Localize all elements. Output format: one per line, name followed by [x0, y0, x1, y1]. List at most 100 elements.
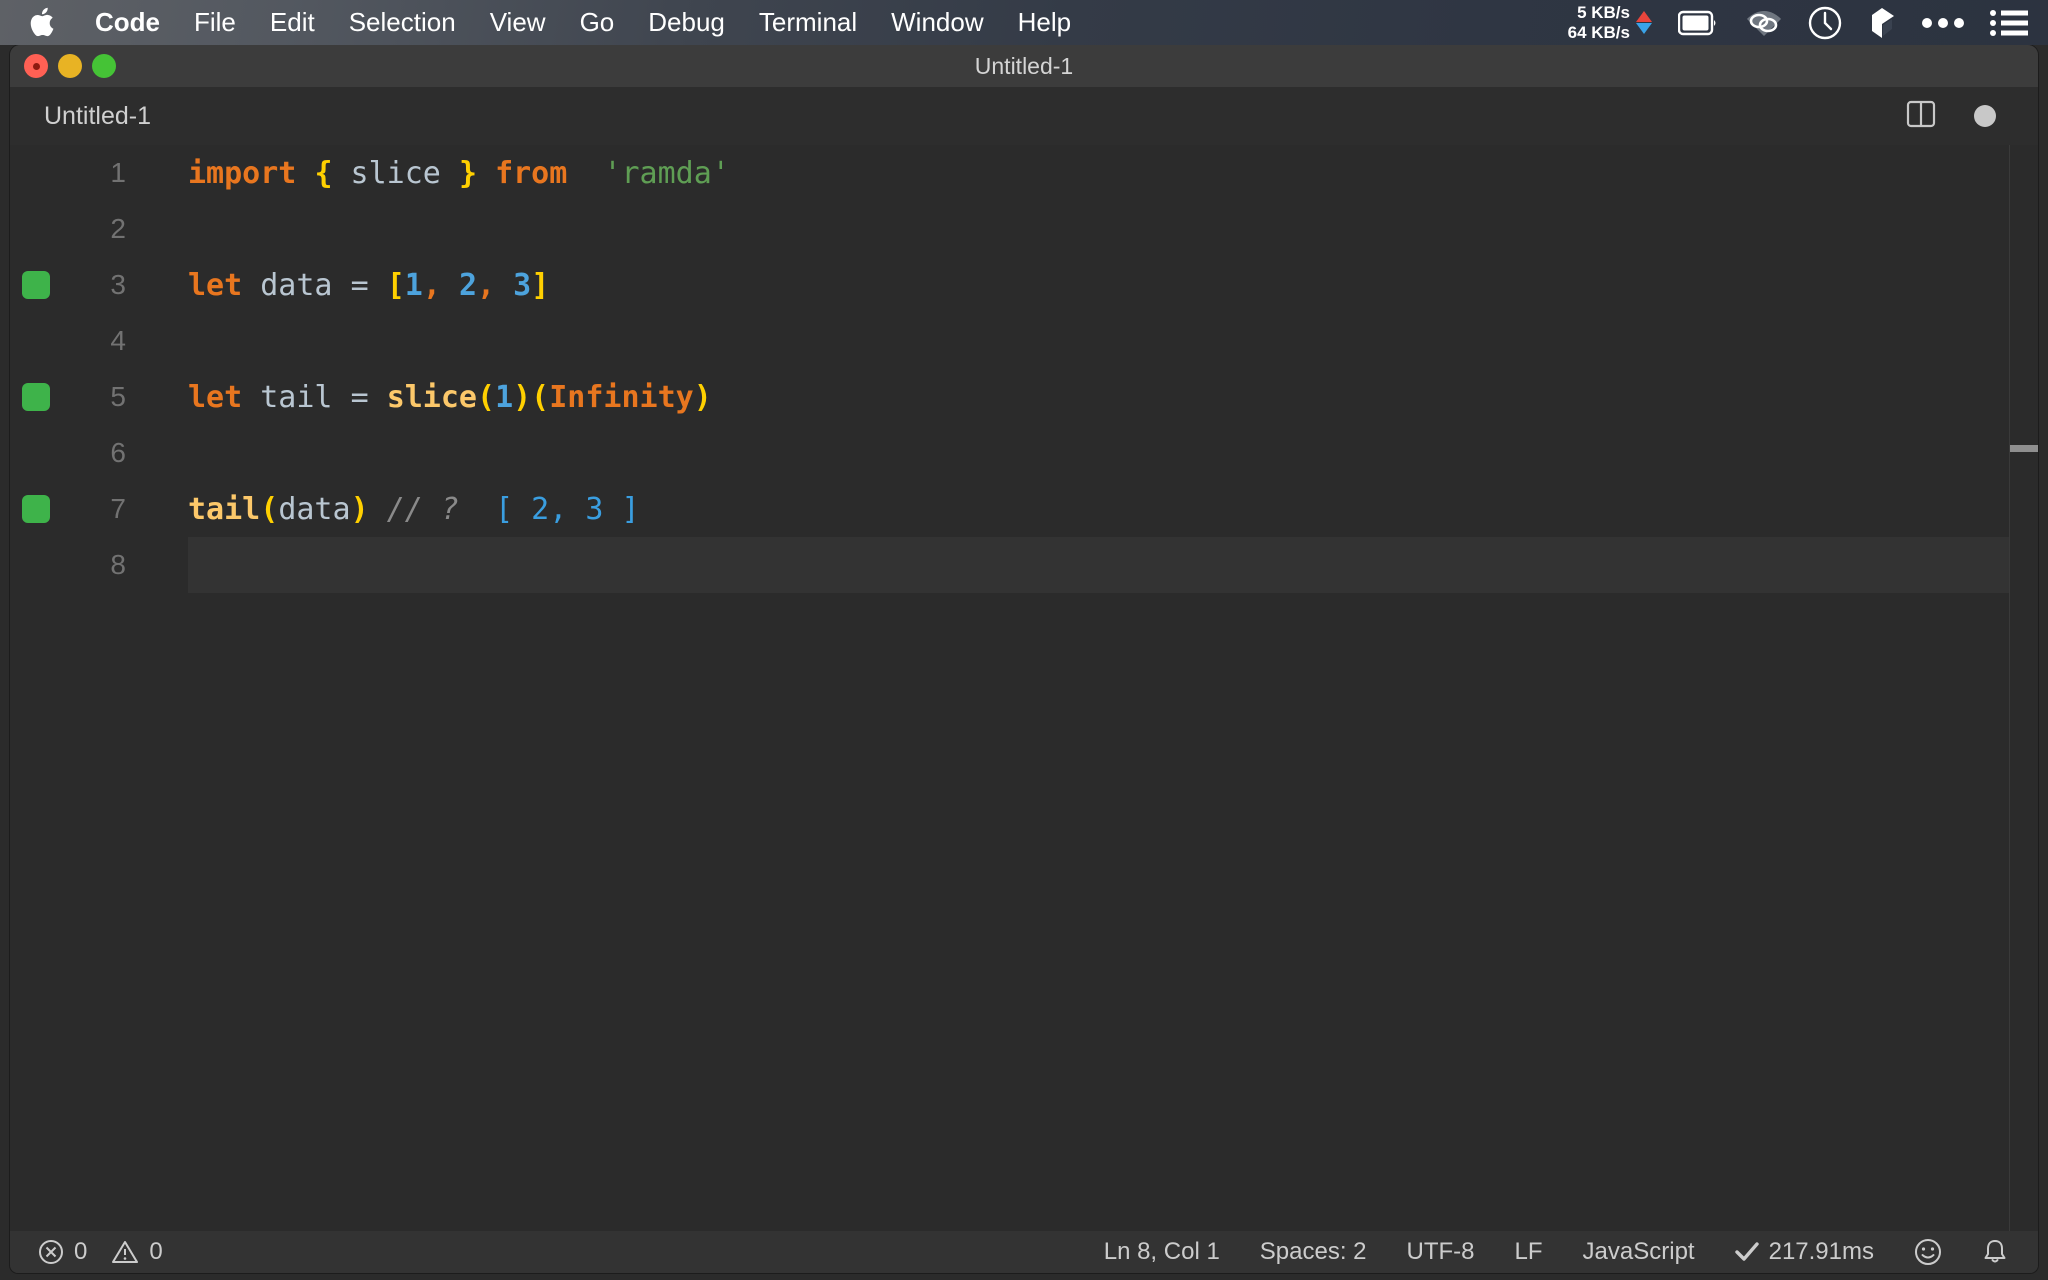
split-editor-icon[interactable]	[1906, 99, 1936, 134]
menu-item-terminal[interactable]: Terminal	[742, 0, 874, 45]
download-arrow-icon	[1636, 23, 1652, 34]
notifications-button[interactable]	[1982, 1238, 2008, 1266]
upload-arrow-icon	[1636, 11, 1652, 22]
token-brace: }	[458, 155, 477, 191]
token-brace: (	[477, 379, 496, 415]
menu-item-view[interactable]: View	[473, 0, 563, 45]
scrollbar-thumb[interactable]	[2010, 445, 2038, 452]
code-line-8[interactable]: 8	[10, 537, 2038, 593]
editor-window: Untitled-1 Untitled-1 1 import { slice } …	[10, 45, 2038, 1273]
status-warnings[interactable]: 0	[111, 1238, 163, 1266]
list-menu-icon[interactable]	[1990, 9, 2028, 37]
menu-item-help[interactable]: Help	[1001, 0, 1088, 45]
line-number: 6	[110, 437, 126, 468]
code-editor[interactable]: 1 import { slice } from 'ramda' 2 3 let data…	[10, 145, 2038, 1231]
maximize-button[interactable]	[92, 54, 116, 78]
warning-count: 0	[149, 1238, 163, 1265]
token-ident: slice	[332, 155, 459, 191]
code-text[interactable]: let tail = slice(1)(Infinity)	[140, 380, 712, 415]
menu-item-code[interactable]: Code	[78, 0, 177, 45]
token-num: 1	[495, 379, 514, 415]
feedback-button[interactable]	[1914, 1238, 1942, 1266]
status-cursor-position[interactable]: Ln 8, Col 1	[1104, 1238, 1220, 1266]
token-string: 'ramda'	[603, 155, 730, 191]
line-number: 2	[110, 213, 126, 244]
upload-rate: 5 KB/s	[1577, 2, 1630, 22]
error-icon	[38, 1239, 64, 1265]
line-number: 4	[110, 325, 126, 356]
clock-icon[interactable]	[1808, 6, 1842, 40]
status-bar-right: Ln 8, Col 1 Spaces: 2 UTF-8 LF JavaScrip…	[1104, 1238, 2038, 1266]
token-func: slice	[386, 379, 477, 415]
line-number: 8	[110, 549, 126, 580]
token-keyword: let	[188, 267, 243, 303]
menu-bar-status-area: 5 KB/s 64 KB/s	[1568, 0, 2048, 45]
warning-icon	[111, 1239, 139, 1265]
token-num: 2	[458, 267, 477, 303]
error-count: 0	[74, 1238, 88, 1265]
vertical-scrollbar[interactable]	[2010, 145, 2038, 1231]
token-num: 1	[404, 267, 423, 303]
code-line-6[interactable]: 6	[10, 425, 2038, 481]
code-text[interactable]: tail(data) // ? [ 2, 3 ]	[140, 492, 640, 527]
code-line-7[interactable]: 7 tail(data) // ? [ 2, 3 ]	[10, 481, 2038, 537]
token-func: tail	[188, 491, 261, 527]
token-brace: )	[350, 491, 369, 527]
code-line-3[interactable]: 3 let data = [1, 2, 3]	[10, 257, 2038, 313]
bell-icon	[1982, 1238, 2008, 1266]
line-number: 1	[110, 157, 126, 188]
run-time-label: 217.91ms	[1768, 1238, 1874, 1265]
ellipsis-icon[interactable]	[1922, 17, 1964, 29]
menu-bar-items: Code File Edit Selection View Go Debug T…	[0, 0, 1088, 45]
network-speed-indicator[interactable]: 5 KB/s 64 KB/s	[1568, 3, 1652, 43]
apple-logo-icon[interactable]	[28, 6, 56, 40]
menu-item-go[interactable]: Go	[563, 0, 632, 45]
tab-label: Untitled-1	[44, 101, 151, 130]
dropbox-icon[interactable]	[1868, 7, 1896, 39]
code-line-4[interactable]: 4	[10, 313, 2038, 369]
status-run-time[interactable]: 217.91ms	[1734, 1238, 1874, 1266]
status-bar-left: 0 0	[10, 1238, 163, 1266]
token-ident: data	[242, 267, 351, 303]
menu-item-debug[interactable]: Debug	[631, 0, 742, 45]
gutter-marker-icon[interactable]	[22, 495, 50, 523]
menu-item-file[interactable]: File	[177, 0, 253, 45]
code-text[interactable]: let data = [1, 2, 3]	[140, 268, 549, 303]
gutter-marker-icon[interactable]	[22, 271, 50, 299]
token-keyword: let	[188, 379, 243, 415]
status-indentation[interactable]: Spaces: 2	[1260, 1238, 1367, 1266]
menu-item-selection[interactable]: Selection	[332, 0, 473, 45]
minimize-button[interactable]	[58, 54, 82, 78]
close-button[interactable]	[24, 54, 48, 78]
token-brace: {	[314, 155, 333, 191]
unsaved-indicator[interactable]	[1974, 105, 1996, 127]
menu-item-edit[interactable]: Edit	[253, 0, 332, 45]
token-op: =	[350, 379, 369, 415]
gutter-marker-icon[interactable]	[22, 383, 50, 411]
token-brace: ]	[531, 267, 550, 303]
code-text[interactable]: import { slice } from 'ramda'	[140, 156, 730, 191]
token-brace: (	[260, 491, 279, 527]
mac-menu-bar: Code File Edit Selection View Go Debug T…	[0, 0, 2048, 45]
token-brace: )(	[513, 379, 550, 415]
wifi-icon[interactable]	[1746, 8, 1782, 38]
status-eol[interactable]: LF	[1515, 1238, 1543, 1266]
code-lines-container: 1 import { slice } from 'ramda' 2 3 let data…	[10, 145, 2038, 593]
code-line-2[interactable]: 2	[10, 201, 2038, 257]
status-language-mode[interactable]: JavaScript	[1583, 1238, 1695, 1266]
window-title: Untitled-1	[974, 52, 1074, 79]
tab-untitled-1[interactable]: Untitled-1	[10, 87, 179, 145]
status-encoding[interactable]: UTF-8	[1407, 1238, 1475, 1266]
code-line-1[interactable]: 1 import { slice } from 'ramda'	[10, 145, 2038, 201]
battery-icon[interactable]	[1678, 10, 1720, 36]
status-errors[interactable]: 0	[38, 1238, 87, 1266]
code-line-5[interactable]: 5 let tail = slice(1)(Infinity)	[10, 369, 2038, 425]
menu-item-window[interactable]: Window	[874, 0, 1000, 45]
token-brace: )	[693, 379, 712, 415]
checkmark-icon	[1734, 1241, 1759, 1263]
